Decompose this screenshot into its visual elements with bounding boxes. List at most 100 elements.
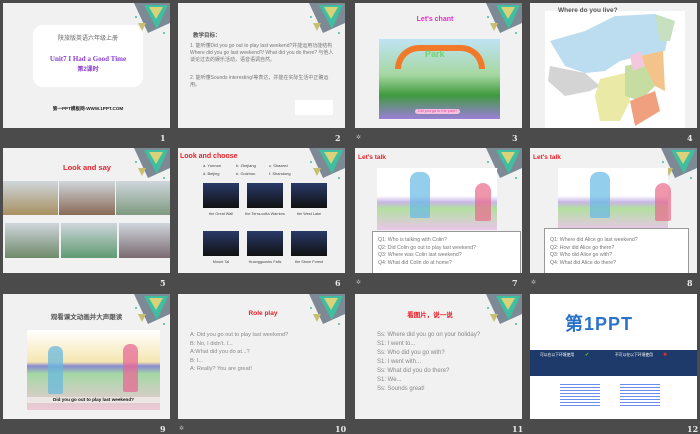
footer: 第一PPT模板网-WWW.1PPT.COM <box>52 106 124 111</box>
slide-thumbnail-8[interactable]: Let's talk Q1: Where did Alice go last w… <box>530 148 697 273</box>
slide-number: 2 <box>335 133 341 143</box>
slide-number: 8 <box>687 278 693 288</box>
caption: Mount Tai <box>212 260 230 264</box>
right-heading: 不可以在以下环境使用 <box>615 353 653 357</box>
landmark-photo <box>247 231 283 256</box>
title: Where do you live? <box>558 7 618 14</box>
corner-decoration-icon <box>134 294 170 325</box>
boy-figure <box>590 172 610 218</box>
check-icon: ✔ <box>585 352 590 358</box>
title: Role play <box>248 310 278 317</box>
dialogue-line: A: Did you go out to play last weekend? <box>190 332 289 338</box>
animation-icon[interactable]: ✲ <box>179 425 184 432</box>
left-heading: 可以在以下环境使用 <box>540 353 575 357</box>
option: a. Yunnan <box>203 163 221 168</box>
landmark-photo <box>291 183 327 208</box>
dialogue-line: Ss: Sounds great! <box>377 386 425 392</box>
title: 看图片，说一说 <box>407 312 453 319</box>
lesson: 第2课时 <box>77 67 99 73</box>
animation-icon[interactable]: ✲ <box>356 134 361 141</box>
question: Q1: Who is talking with Colin? <box>378 237 447 243</box>
corner-decoration-icon <box>309 3 345 34</box>
caption: the Great Wall <box>208 212 234 216</box>
slide-thumbnail-2[interactable]: 教学目标： 1. 能听懂Did you go out to play last … <box>178 3 345 128</box>
slide-number: 6 <box>335 278 341 288</box>
landmark-photo <box>203 183 239 208</box>
slide-number: 1 <box>160 133 166 143</box>
option: d. Beijing <box>203 171 220 176</box>
girl-figure <box>123 344 138 392</box>
girl-figure <box>655 183 671 221</box>
dialogue-line: B: I... <box>190 357 204 364</box>
landmark-photo <box>247 183 283 208</box>
slide-number: 5 <box>160 278 166 288</box>
landmark-photo <box>61 223 117 258</box>
question: Q2: How did Alice go there? <box>550 244 615 251</box>
logo: 第1PPT <box>565 314 634 334</box>
slide-thumbnail-3[interactable]: Let's chant Park Did you go to the park? <box>355 3 522 128</box>
title: Look and choose <box>180 153 238 160</box>
questions-box: Q1: Who is talking with Colin? Q2: Did Co… <box>372 231 521 273</box>
slide-thumbnail-5[interactable]: Look and say <box>3 148 170 273</box>
title: Unit7 I Had a Good Time <box>49 55 127 63</box>
dialogue-line: Ss: What did you do there? <box>377 368 450 374</box>
objective-1: 1. 能听懂Did you go out to play last weeken… <box>190 43 334 63</box>
dialogue-picture <box>558 168 668 230</box>
title: Let's talk <box>358 154 386 161</box>
option: e. Guizhou <box>236 171 256 176</box>
slide-number: 3 <box>512 133 518 143</box>
boy-figure <box>48 346 63 394</box>
question: Q1: Where did Alice go last weekend? <box>550 237 638 243</box>
china-map <box>545 11 685 128</box>
landmark-photo <box>5 223 59 258</box>
subtitle: 陕旅版英语六年级上册 <box>57 35 118 42</box>
option: f. Shandong <box>269 171 291 176</box>
animation-icon[interactable]: ✲ <box>531 279 536 286</box>
landmark-photo <box>3 181 58 215</box>
landmark-photo <box>291 231 327 256</box>
slide-number: 4 <box>687 133 693 143</box>
question: Q2: Did Colin go out to play last weeken… <box>378 244 477 251</box>
caption: the Terra-cotta Warriors <box>245 212 285 216</box>
title: Look and say <box>63 163 111 172</box>
landmark-photo <box>203 231 239 256</box>
park-sign: Park <box>425 49 445 59</box>
slide-thumbnail-7[interactable]: Let's talk Q1: Who is talking with Colin… <box>355 148 522 273</box>
caption: the West Lake <box>296 212 322 216</box>
title: Let's chant <box>416 16 454 23</box>
slide-thumbnail-11[interactable]: 看图片，说一说 Ss: Where did you go on your holi… <box>355 294 522 419</box>
cross-icon: ✖ <box>663 352 668 358</box>
title: Let's talk <box>533 154 561 161</box>
question: Q3: Where was Colin last weekend? <box>378 252 462 259</box>
caption: Did you go out to play last weekend? <box>27 397 160 404</box>
dialogue-line: S1: We... <box>377 377 402 383</box>
slide-thumbnail-9[interactable]: 观看课文动画并大声跟读 Did you go out to play last … <box>3 294 170 419</box>
dialogue-line: S1: I went with... <box>377 359 422 365</box>
dialogue-line: A: Really? You are great! <box>190 366 252 372</box>
caption: Did you go to the park? <box>415 109 461 115</box>
question: Q3: Who did Alice go with? <box>550 252 612 259</box>
question: Q4: What did Alice do there? <box>550 259 617 266</box>
slide-thumbnail-10[interactable]: Role play A: Did you go out to play last … <box>178 294 345 419</box>
objective-2: 2. 能听懂Sounds interesting!等表达，并能在实际生活中正确运… <box>190 75 329 88</box>
slide-thumbnail-6[interactable]: Look and choose a. Yunnan b. Zhejiang c. Sh… <box>178 148 345 273</box>
dialogue-line: Ss: Where did you go on your holiday? <box>377 332 481 338</box>
title: 观看课文动画并大声跟读 <box>50 313 123 321</box>
dialogue-line: B: No, I didn't. I... <box>190 340 233 347</box>
slide-thumbnail-1[interactable]: 陕旅版英语六年级上册 Unit7 I Had a Good Time 第2课时 … <box>3 3 170 128</box>
boy-figure <box>410 172 430 218</box>
corner-decoration-icon <box>309 148 345 179</box>
slide-number: 7 <box>512 278 518 288</box>
dialogue-line: Ss: Who did you go with? <box>377 350 445 356</box>
landmark-photo <box>119 223 170 258</box>
girl-figure <box>475 183 491 221</box>
landmark-photo <box>116 181 170 215</box>
heading: 教学目标： <box>193 33 221 39</box>
questions-box: Q1: Where did Alice go last weekend? Q2: … <box>544 228 689 273</box>
slide-thumbnail-4[interactable]: Where do you live? <box>530 3 697 128</box>
blank-box <box>295 100 333 115</box>
animation-icon[interactable]: ✲ <box>356 279 361 286</box>
corner-decoration-icon <box>134 148 170 179</box>
slide-thumbnail-12[interactable]: 第1PPT 可以在以下环境使用 ✔ 不可以在以下环境使用 ✖ <box>530 294 697 419</box>
option: c. Shaanxi <box>269 163 288 168</box>
